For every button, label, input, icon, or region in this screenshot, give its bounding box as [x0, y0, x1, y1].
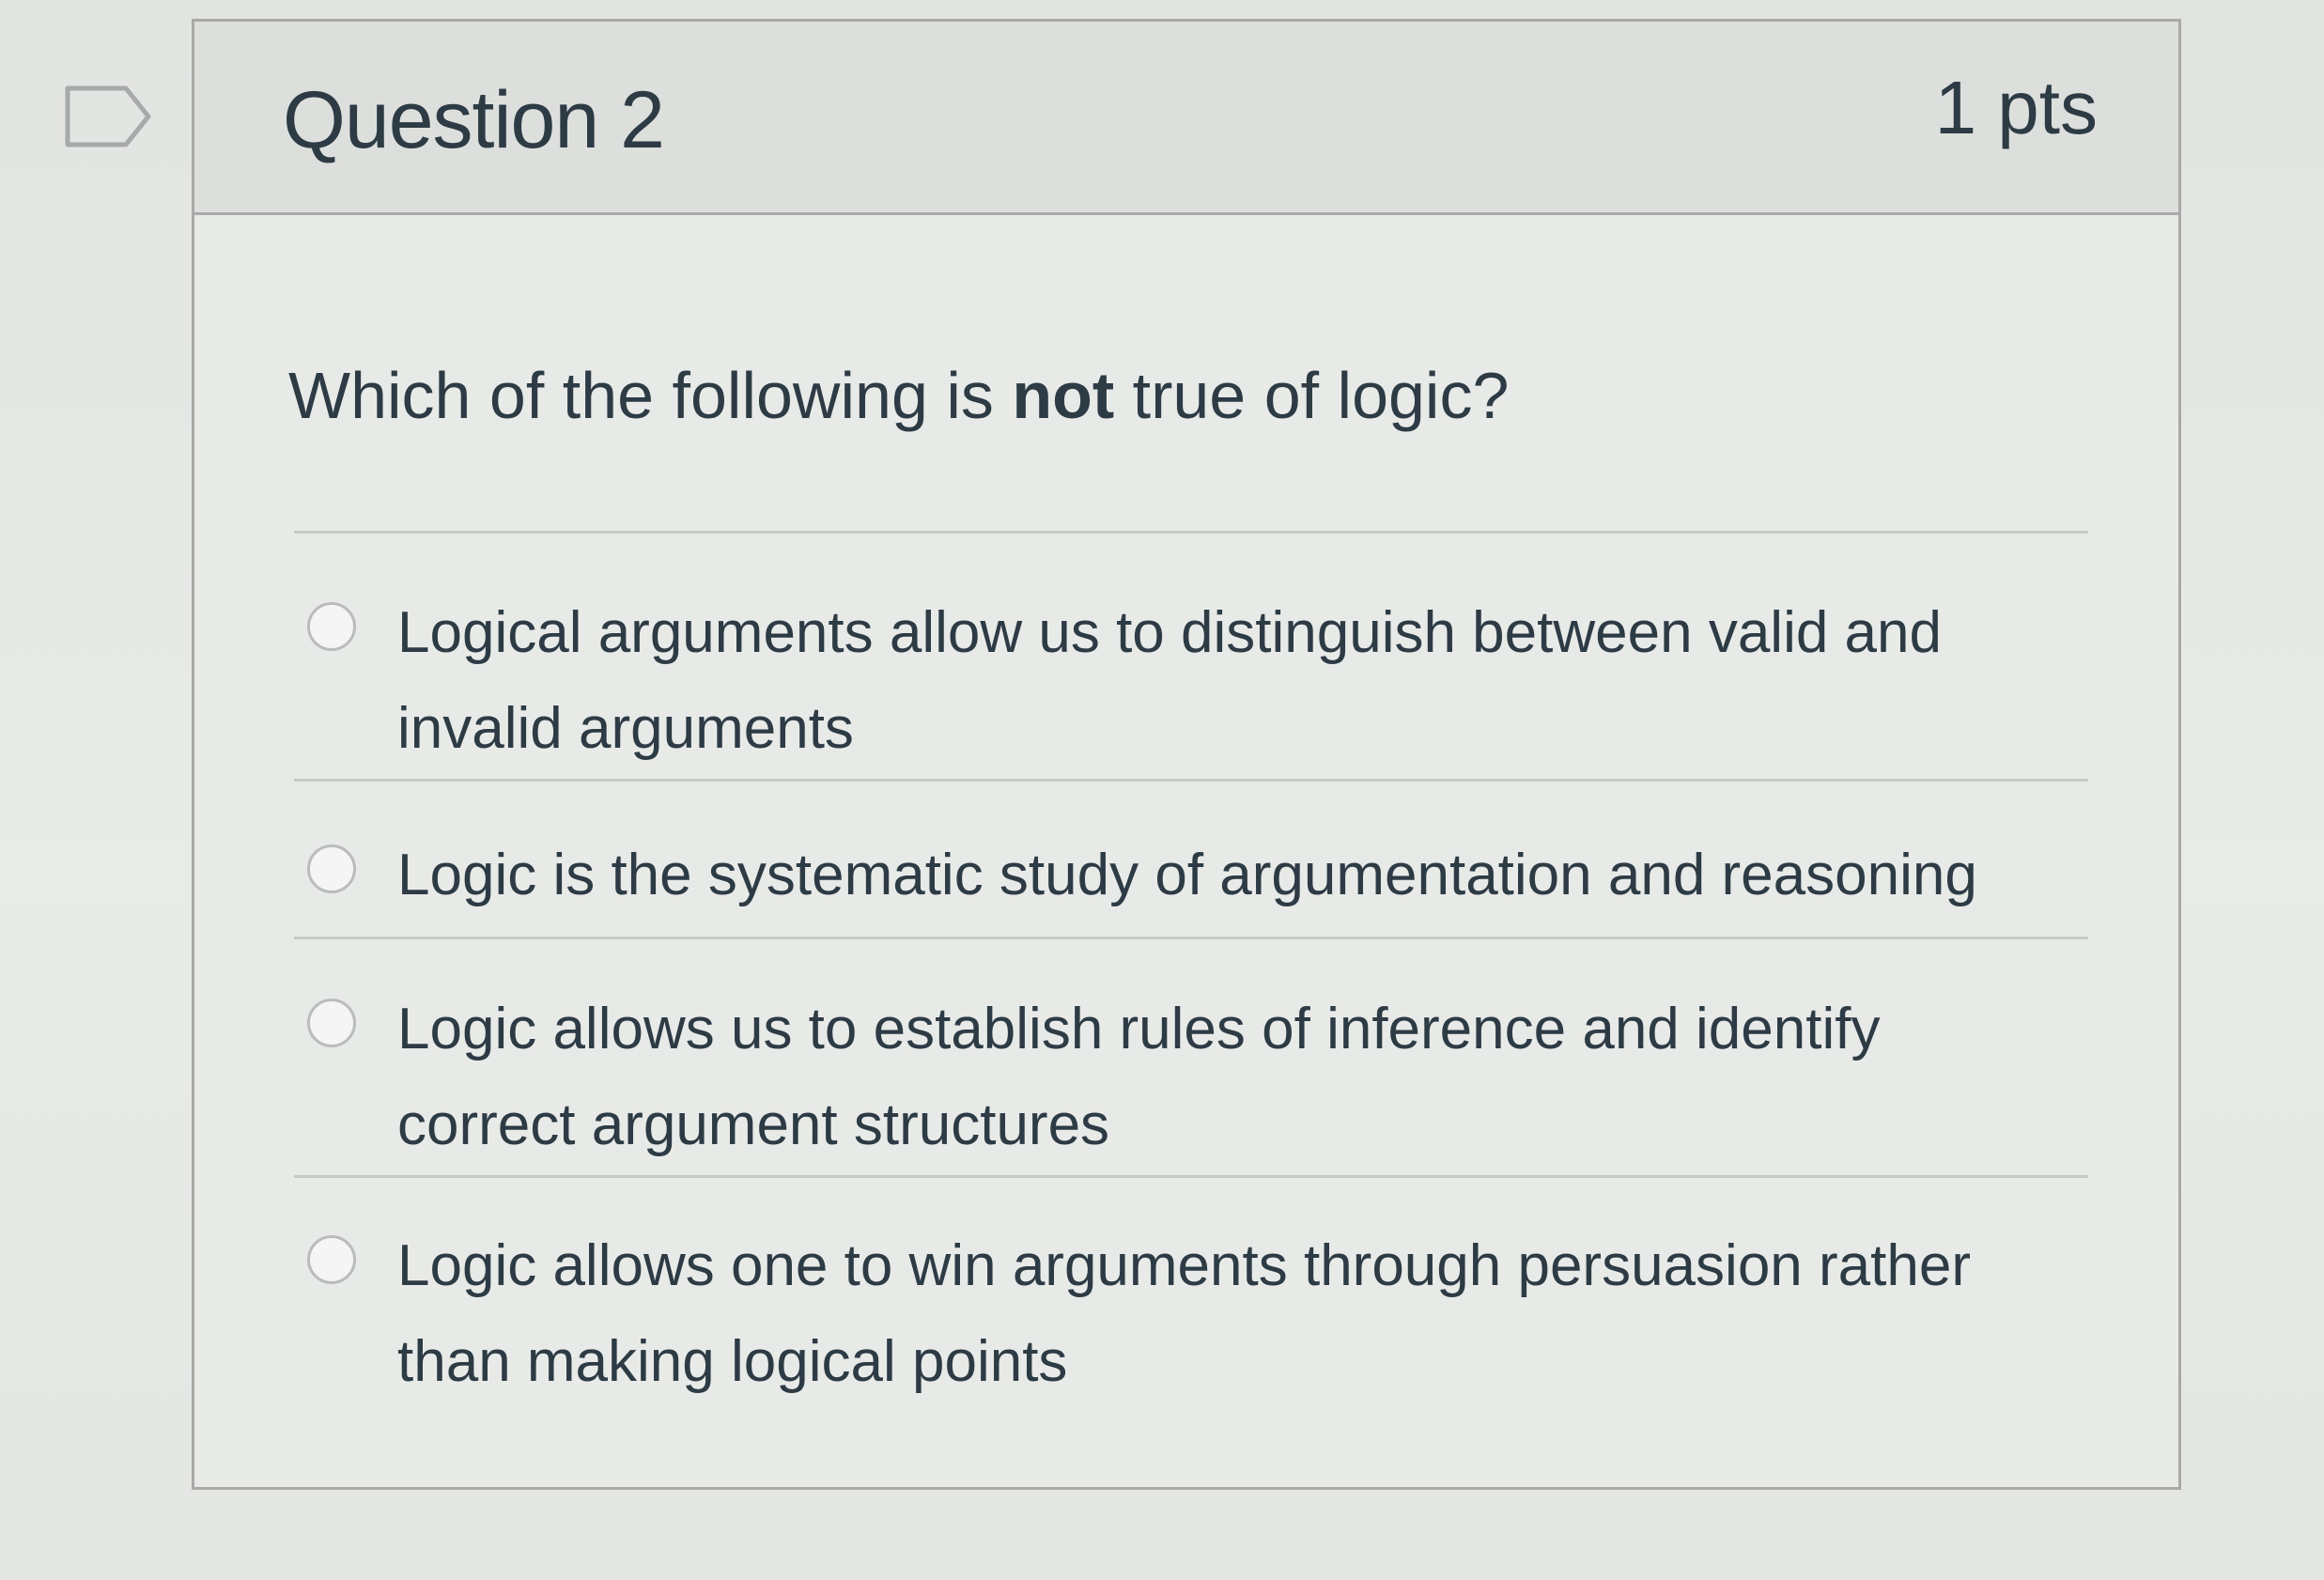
answer-option-2[interactable]: Logic is the systematic study of argumen…: [307, 828, 2092, 931]
question-text: Which of the following is not true of lo…: [288, 358, 1509, 433]
question-text-emphasis: not: [1012, 359, 1115, 432]
answer-label: Logic allows us to establish rules of in…: [397, 997, 1881, 1157]
answer-divider: [294, 779, 2088, 782]
question-text-before: Which of the following is: [288, 359, 1013, 432]
question-card: Question 2 1 pts Which of the following …: [192, 19, 2181, 1490]
question-points: 1 pts: [1934, 66, 2098, 149]
answer-label: Logic allows one to win arguments throug…: [397, 1233, 1971, 1394]
answer-option-3[interactable]: Logic allows us to establish rules of in…: [307, 982, 2092, 1188]
question-text-after: true of logic?: [1114, 359, 1510, 432]
answer-label: Logical arguments allow us to distinguis…: [397, 600, 1942, 761]
answer-option-1[interactable]: Logical arguments allow us to distinguis…: [307, 585, 2092, 792]
radio-button[interactable]: [307, 844, 356, 893]
quiz-page: Question 2 1 pts Which of the following …: [0, 0, 2324, 1580]
radio-button[interactable]: [307, 1235, 356, 1284]
question-header: Question 2 1 pts: [194, 22, 2178, 215]
question-title: Question 2: [283, 75, 665, 165]
answer-option-4[interactable]: Logic allows one to win arguments throug…: [307, 1218, 2092, 1425]
answer-divider: [294, 937, 2088, 939]
answer-divider: [294, 531, 2088, 534]
flag-question-icon[interactable]: [64, 85, 152, 148]
radio-button[interactable]: [307, 602, 356, 651]
radio-button[interactable]: [307, 999, 356, 1047]
answer-label: Logic is the systematic study of argumen…: [397, 843, 1977, 907]
answer-divider: [294, 1175, 2088, 1178]
